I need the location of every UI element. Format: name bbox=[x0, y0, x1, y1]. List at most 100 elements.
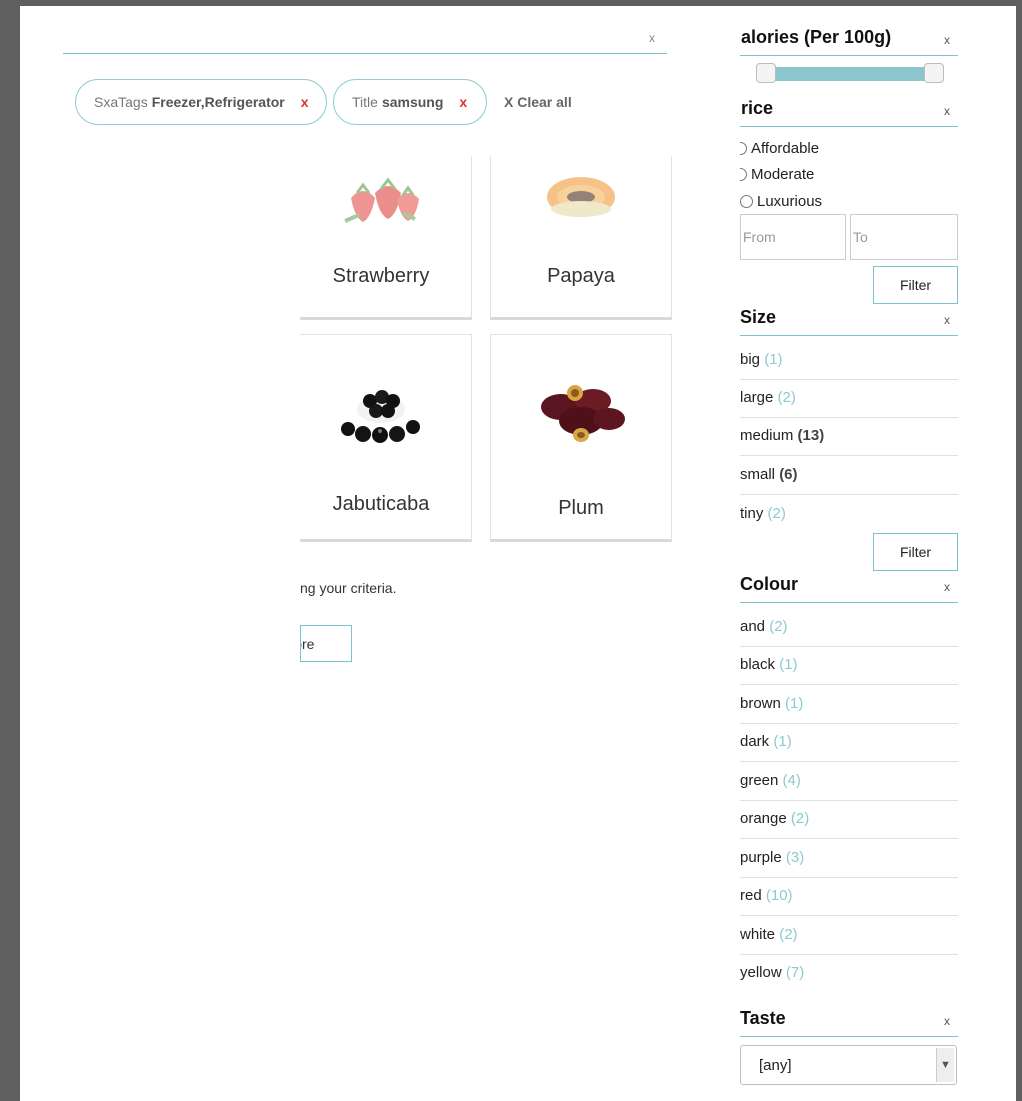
colour-option[interactable]: green (4) bbox=[740, 763, 958, 801]
colour-option[interactable]: purple (3) bbox=[740, 840, 958, 878]
option-label: Affordable bbox=[751, 140, 820, 157]
option-label: orange bbox=[740, 810, 787, 827]
facet-label: SxaTags bbox=[94, 94, 148, 110]
option-label: white bbox=[740, 926, 776, 943]
calories-facet-header: alories (Per 100g) x bbox=[740, 27, 958, 56]
product-grid: Strawberry Papaya Jabuticaba Plum bbox=[300, 156, 680, 546]
chevron-down-icon[interactable]: ▼ bbox=[936, 1048, 954, 1082]
price-to-input[interactable]: To bbox=[850, 214, 958, 260]
size-option[interactable]: big (1) bbox=[740, 342, 958, 380]
facet-value: samsung bbox=[381, 94, 444, 110]
radio-icon[interactable] bbox=[740, 142, 747, 155]
remove-facet-icon[interactable]: x bbox=[459, 94, 467, 110]
active-facet-title: Title samsung x bbox=[333, 79, 487, 125]
close-icon[interactable]: x bbox=[944, 33, 950, 47]
colour-option[interactable]: yellow (7) bbox=[740, 955, 958, 993]
option-label: small bbox=[740, 466, 776, 483]
close-icon[interactable]: x bbox=[944, 313, 950, 327]
active-facet-sxatags: SxaTags Freezer,Refrigerator x bbox=[75, 79, 327, 125]
product-title: Plum bbox=[558, 497, 604, 519]
size-facet-title: Size bbox=[740, 307, 777, 327]
colour-option[interactable]: brown (1) bbox=[740, 686, 958, 724]
close-icon[interactable]: x bbox=[944, 104, 950, 118]
product-card-papaya[interactable]: Papaya bbox=[490, 156, 672, 320]
price-from-input[interactable]: From bbox=[740, 214, 846, 260]
option-label: large bbox=[740, 389, 774, 406]
taste-selected-value: [any] bbox=[759, 1057, 792, 1074]
option-label: and bbox=[740, 618, 766, 635]
papaya-image bbox=[547, 177, 615, 217]
jabuticaba-image bbox=[341, 390, 420, 443]
price-option-luxurious[interactable]: Luxurious bbox=[740, 193, 822, 210]
close-icon[interactable]: x bbox=[944, 580, 950, 594]
search-results-page: x SxaTags Freezer,Refrigerator x Title s… bbox=[20, 6, 1016, 1101]
calories-facet-title: alories (Per 100g) bbox=[741, 27, 892, 47]
results-message: ng your criteria. bbox=[300, 580, 397, 596]
colour-option[interactable]: black (1) bbox=[740, 647, 958, 685]
product-title: Papaya bbox=[547, 265, 615, 287]
product-title: Jabuticaba bbox=[332, 493, 430, 515]
colour-option[interactable]: white (2) bbox=[740, 917, 958, 955]
option-count: (2) bbox=[790, 810, 810, 827]
price-option-affordable[interactable]: Affordable bbox=[740, 140, 819, 157]
colour-option[interactable]: dark (1) bbox=[740, 724, 958, 762]
product-card-plum[interactable]: Plum bbox=[490, 334, 672, 542]
clear-all-button[interactable]: X Clear all bbox=[504, 94, 572, 110]
colour-option[interactable]: orange (2) bbox=[740, 801, 958, 839]
option-count: (7) bbox=[785, 964, 805, 981]
size-filter-button[interactable]: Filter bbox=[873, 533, 958, 571]
option-label: green bbox=[740, 772, 779, 789]
range-max-handle[interactable] bbox=[924, 63, 944, 83]
range-min-handle[interactable] bbox=[756, 63, 776, 83]
taste-select[interactable]: [any] ▼ bbox=[740, 1045, 957, 1085]
option-count: (6) bbox=[779, 466, 798, 483]
option-count: (2) bbox=[769, 618, 788, 635]
option-label: black bbox=[740, 656, 776, 673]
option-count: (1) bbox=[764, 351, 783, 368]
option-count: (2) bbox=[779, 926, 798, 943]
option-label: Moderate bbox=[751, 166, 815, 183]
option-label: tiny bbox=[740, 505, 764, 522]
option-label: Luxurious bbox=[757, 193, 823, 210]
remove-facet-icon[interactable]: x bbox=[301, 94, 309, 110]
load-more-label: Load More bbox=[301, 636, 315, 652]
plum-image bbox=[541, 385, 625, 442]
filter-sidebar: alories (Per 100g) x rice x Affordable M… bbox=[740, 6, 958, 1101]
radio-icon[interactable] bbox=[740, 195, 753, 208]
close-icon[interactable]: x bbox=[944, 1014, 950, 1028]
option-label: yellow bbox=[740, 964, 782, 981]
option-label: dark bbox=[740, 733, 770, 750]
colour-option[interactable]: red (10) bbox=[740, 878, 958, 916]
facet-label: Title bbox=[352, 94, 378, 110]
price-filter-button[interactable]: Filter bbox=[873, 266, 958, 304]
price-facet-header: rice x bbox=[740, 98, 958, 127]
option-count: (1) bbox=[773, 733, 792, 750]
size-option[interactable]: small (6) bbox=[740, 457, 958, 495]
colour-facet-header: Colour x bbox=[740, 574, 958, 603]
taste-facet-header: Taste x bbox=[740, 1008, 958, 1037]
load-more-button[interactable]: Load More bbox=[300, 625, 352, 662]
option-count: (1) bbox=[785, 695, 804, 712]
option-label: purple bbox=[740, 849, 782, 866]
product-title: Strawberry bbox=[332, 265, 430, 287]
option-label: brown bbox=[740, 695, 781, 712]
option-count: (4) bbox=[782, 772, 801, 789]
search-clear-icon[interactable]: x bbox=[649, 31, 655, 45]
option-label: red bbox=[740, 887, 762, 904]
price-facet-title: rice bbox=[741, 98, 774, 118]
option-count: (2) bbox=[767, 505, 786, 522]
calories-range-track[interactable] bbox=[758, 67, 940, 81]
size-option[interactable]: tiny (2) bbox=[740, 496, 958, 534]
size-option[interactable]: medium (13) bbox=[740, 418, 958, 456]
facet-value: Freezer,Refrigerator bbox=[151, 94, 285, 110]
product-card-strawberry[interactable]: Strawberry bbox=[300, 156, 472, 320]
size-option[interactable]: large (2) bbox=[740, 380, 958, 418]
price-option-moderate[interactable]: Moderate bbox=[740, 166, 814, 183]
colour-option[interactable]: and (2) bbox=[740, 609, 958, 647]
option-label: big bbox=[740, 351, 761, 368]
option-count: (2) bbox=[777, 389, 796, 406]
radio-icon[interactable] bbox=[740, 168, 747, 181]
product-card-jabuticaba[interactable]: Jabuticaba bbox=[300, 334, 472, 542]
option-count: (10) bbox=[765, 887, 793, 904]
search-input[interactable] bbox=[63, 53, 667, 54]
